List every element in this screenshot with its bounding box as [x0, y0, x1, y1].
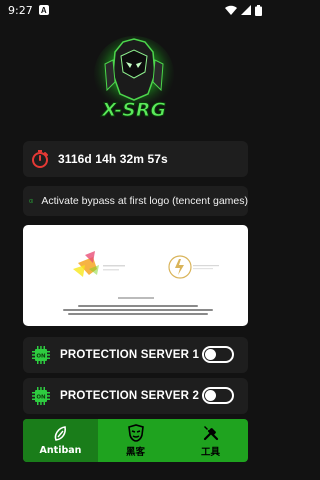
tools-icon [203, 425, 218, 440]
protection-server-1-toggle[interactable] [202, 346, 234, 363]
wifi-icon [225, 5, 237, 15]
nav-label: 工具 [200, 446, 220, 458]
svg-text:ON: ON [36, 394, 46, 400]
status-icons [225, 4, 262, 16]
game-preview [23, 225, 248, 326]
protection-server-2-row: ON PROTECTION SERVER 2 [23, 378, 248, 414]
app-logo: X-SRG [93, 34, 175, 132]
nav-label: 黑客 [125, 446, 145, 458]
bottom-nav: Antiban 黑客 工具 [23, 419, 248, 462]
notification-icon: A [38, 5, 49, 15]
stopwatch-icon [32, 150, 48, 168]
nav-tab-hacker[interactable]: 黑客 [98, 419, 173, 462]
mask-icon [127, 423, 144, 442]
logo-text: X-SRG [101, 99, 166, 121]
protection-server-1-row: ON PROTECTION SERVER 1 [23, 337, 248, 373]
nav-tab-tools[interactable]: 工具 [173, 419, 248, 462]
timer-card: 3116d 14h 32m 57s [23, 141, 248, 177]
status-bar: 9:27 A [0, 0, 270, 20]
svg-text:ON: ON [36, 353, 46, 359]
protection-server-2-toggle[interactable] [202, 387, 234, 404]
battery-icon [255, 4, 262, 16]
nav-label: Antiban [39, 445, 82, 456]
toggle-label: PROTECTION SERVER 2 [60, 390, 200, 402]
loading-text-line [118, 297, 154, 299]
info-text: Activate bypass at first logo (tencent g… [41, 195, 248, 207]
shield-icon [54, 426, 66, 441]
toggle-knob [205, 349, 216, 360]
copyright-text [63, 305, 213, 317]
toggle-knob [205, 390, 216, 401]
timer-text: 3116d 14h 32m 57s [58, 152, 168, 166]
status-time: 9:27 [8, 3, 33, 17]
robot-logo: X-SRG [94, 36, 174, 122]
chip-icon: ON [32, 387, 50, 405]
signal-icon [241, 5, 251, 15]
nav-tab-antiban[interactable]: Antiban [23, 419, 98, 462]
info-icon [29, 198, 34, 204]
toggle-label: PROTECTION SERVER 1 [60, 349, 200, 361]
info-card: Activate bypass at first logo (tencent g… [23, 186, 248, 216]
chip-icon: ON [32, 346, 50, 364]
